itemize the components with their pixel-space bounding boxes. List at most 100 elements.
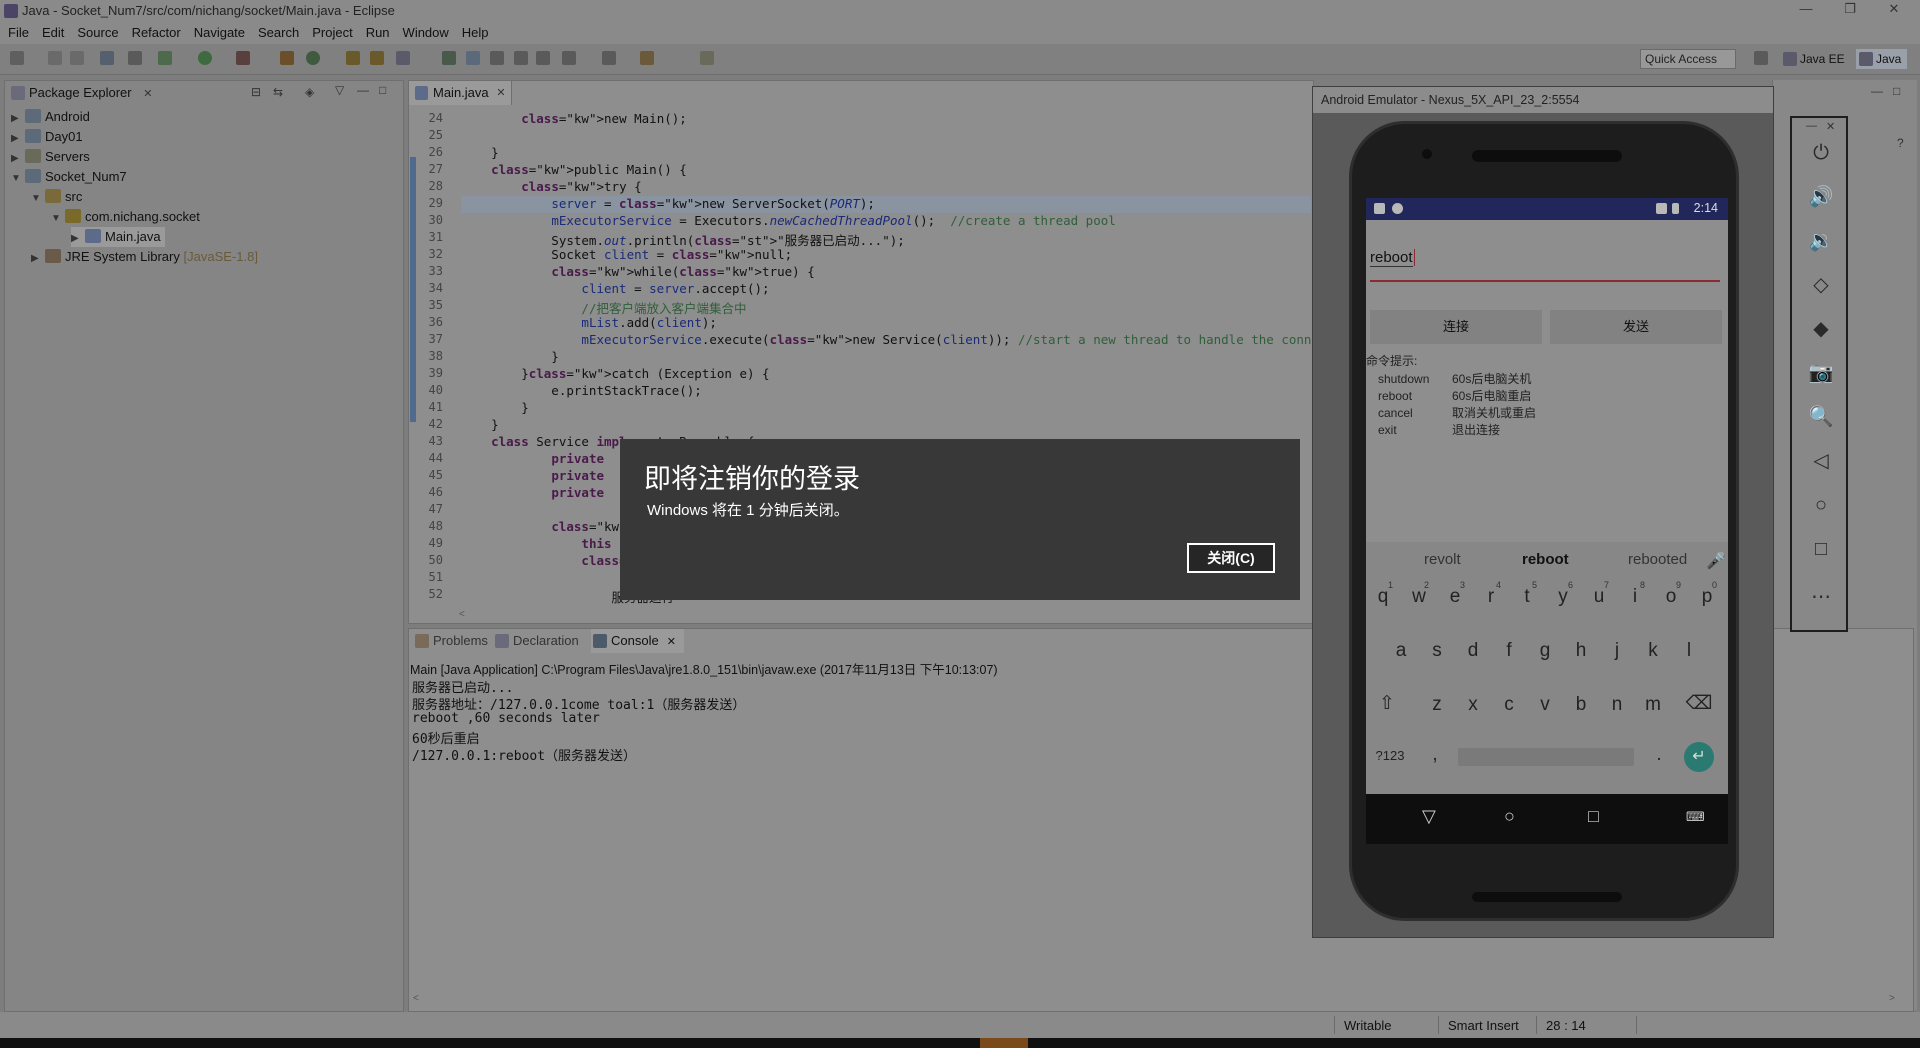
volume-down-icon[interactable]: 🔉 <box>1804 226 1838 256</box>
tree-item-day01[interactable]: ▶ Day01 <box>11 127 83 147</box>
rotate-right-icon[interactable]: ◆ <box>1804 314 1838 344</box>
close-icon[interactable]: ✕ <box>143 88 152 100</box>
expand-arrow-icon[interactable]: ▶ <box>31 249 45 269</box>
menu-source[interactable]: Source <box>77 22 118 44</box>
close-icon[interactable]: ✕ <box>1826 120 1835 133</box>
period-key[interactable]: . <box>1644 744 1674 766</box>
block-select-icon[interactable] <box>490 51 504 65</box>
keyboard-switch-icon[interactable]: ⌨ <box>1686 809 1705 825</box>
key-p[interactable]: p <box>1692 586 1722 608</box>
key-a[interactable]: a <box>1386 640 1416 662</box>
key-i[interactable]: i <box>1620 586 1650 608</box>
collapse-arrow-icon[interactable]: ▼ <box>11 169 25 189</box>
key-e[interactable]: e <box>1440 586 1470 608</box>
save-icon[interactable] <box>48 51 62 65</box>
menu-window[interactable]: Window <box>403 22 449 44</box>
terminal-icon[interactable] <box>100 51 114 65</box>
annotation-icon[interactable] <box>442 51 456 65</box>
backspace-icon[interactable]: ⌫ <box>1684 692 1714 715</box>
quick-access-input[interactable]: Quick Access <box>1640 49 1736 69</box>
tab-problems[interactable]: Problems <box>413 629 488 653</box>
overview-icon[interactable]: □ <box>1804 534 1838 564</box>
restore-icon[interactable]: ❐ <box>1830 1 1870 17</box>
key-g[interactable]: g <box>1530 640 1560 662</box>
minimize-icon[interactable]: — <box>1806 120 1817 132</box>
tree-item-socket-num7[interactable]: ▼ Socket_Num7 <box>11 167 127 187</box>
tree-item-package[interactable]: ▼ com.nichang.socket <box>51 207 200 227</box>
key-o[interactable]: o <box>1656 586 1686 608</box>
send-button[interactable]: 发送 <box>1550 310 1722 344</box>
back-icon[interactable]: ▽ <box>1422 806 1436 827</box>
minimize-view-icon[interactable]: — <box>1871 84 1883 98</box>
menu-search[interactable]: Search <box>258 22 299 44</box>
back-icon[interactable]: ◁ <box>1804 446 1838 476</box>
comma-key[interactable]: , <box>1420 744 1450 766</box>
tree-item-main-java[interactable]: ▶ Main.java <box>71 227 165 247</box>
next-annotation-icon[interactable] <box>562 51 576 65</box>
tree-item-servers[interactable]: ▶ Servers <box>11 147 90 167</box>
scroll-right-icon[interactable]: > <box>1889 993 1895 1004</box>
key-y[interactable]: y <box>1548 586 1578 608</box>
key-l[interactable]: l <box>1674 640 1704 662</box>
menu-edit[interactable]: Edit <box>42 22 64 44</box>
menu-refactor[interactable]: Refactor <box>132 22 181 44</box>
run-icon[interactable] <box>198 51 212 65</box>
taskbar-item[interactable] <box>980 1038 1028 1048</box>
maximize-view-icon[interactable]: □ <box>1893 84 1900 98</box>
perspective-java-ee[interactable]: Java EE <box>1780 49 1851 69</box>
key-s[interactable]: s <box>1422 640 1452 662</box>
suggestion-item[interactable]: revolt <box>1424 551 1461 568</box>
open-folder-icon[interactable] <box>370 51 384 65</box>
expand-arrow-icon[interactable]: ▶ <box>11 129 25 149</box>
link-editor-icon[interactable]: ⇆ <box>273 85 283 99</box>
tab-console[interactable]: Console ✕ <box>591 629 684 653</box>
key-f[interactable]: f <box>1494 640 1524 662</box>
run-external-icon[interactable] <box>236 51 250 65</box>
save-all-icon[interactable] <box>70 51 84 65</box>
space-key[interactable] <box>1458 748 1634 766</box>
microphone-icon[interactable]: 🎤 <box>1706 551 1726 571</box>
key-r[interactable]: r <box>1476 586 1506 608</box>
key-w[interactable]: w <box>1404 586 1434 608</box>
forward-icon[interactable] <box>700 51 714 65</box>
expand-arrow-icon[interactable]: ▶ <box>11 149 25 169</box>
new-server-icon[interactable] <box>280 51 294 65</box>
home-icon[interactable]: ○ <box>1504 806 1515 827</box>
horizontal-scrollbar[interactable]: < <box>459 609 1309 621</box>
help-icon[interactable]: ? <box>1897 136 1904 150</box>
collapse-all-icon[interactable]: ⊟ <box>251 85 261 99</box>
connect-button[interactable]: 连接 <box>1370 310 1542 344</box>
highlight-icon[interactable] <box>466 51 480 65</box>
search-icon[interactable] <box>396 51 410 65</box>
view-menu-icon[interactable]: ▽ <box>335 83 344 97</box>
home-icon[interactable]: ○ <box>1804 490 1838 520</box>
key-m[interactable]: m <box>1638 694 1668 716</box>
close-tab-icon[interactable]: ✕ <box>496 81 505 105</box>
maximize-view-icon[interactable]: □ <box>379 83 386 97</box>
menu-help[interactable]: Help <box>462 22 489 44</box>
menu-run[interactable]: Run <box>366 22 390 44</box>
rotate-left-icon[interactable]: ◇ <box>1804 270 1838 300</box>
key-q[interactable]: q <box>1368 586 1398 608</box>
new-icon[interactable] <box>10 51 24 65</box>
expand-arrow-icon[interactable]: ▶ <box>11 109 25 129</box>
expand-arrow-icon[interactable]: ▶ <box>71 229 85 249</box>
key-b[interactable]: b <box>1566 694 1596 716</box>
screenshot-icon[interactable]: 📷 <box>1804 358 1838 388</box>
dialog-close-button[interactable]: 关闭(C) <box>1187 543 1275 573</box>
tree-item-jre[interactable]: ▶ JRE System Library [JavaSE-1.8] <box>31 247 258 267</box>
show-whitespace-icon[interactable] <box>514 51 528 65</box>
paragraph-icon[interactable] <box>536 51 550 65</box>
tree-item-android[interactable]: ▶ Android <box>11 107 90 127</box>
key-v[interactable]: v <box>1530 694 1560 716</box>
symbols-key[interactable]: ?123 <box>1372 748 1408 763</box>
tab-declaration[interactable]: Declaration <box>493 629 579 653</box>
editor-tab-main-java[interactable]: Main.java ✕ <box>409 81 512 105</box>
key-u[interactable]: u <box>1584 586 1614 608</box>
perspective-java[interactable]: Java <box>1856 49 1908 69</box>
key-h[interactable]: h <box>1566 640 1596 662</box>
key-t[interactable]: t <box>1512 586 1542 608</box>
debug-icon[interactable] <box>158 51 172 65</box>
skip-breakpoints-icon[interactable] <box>128 51 142 65</box>
open-perspective-icon[interactable] <box>1754 51 1768 65</box>
